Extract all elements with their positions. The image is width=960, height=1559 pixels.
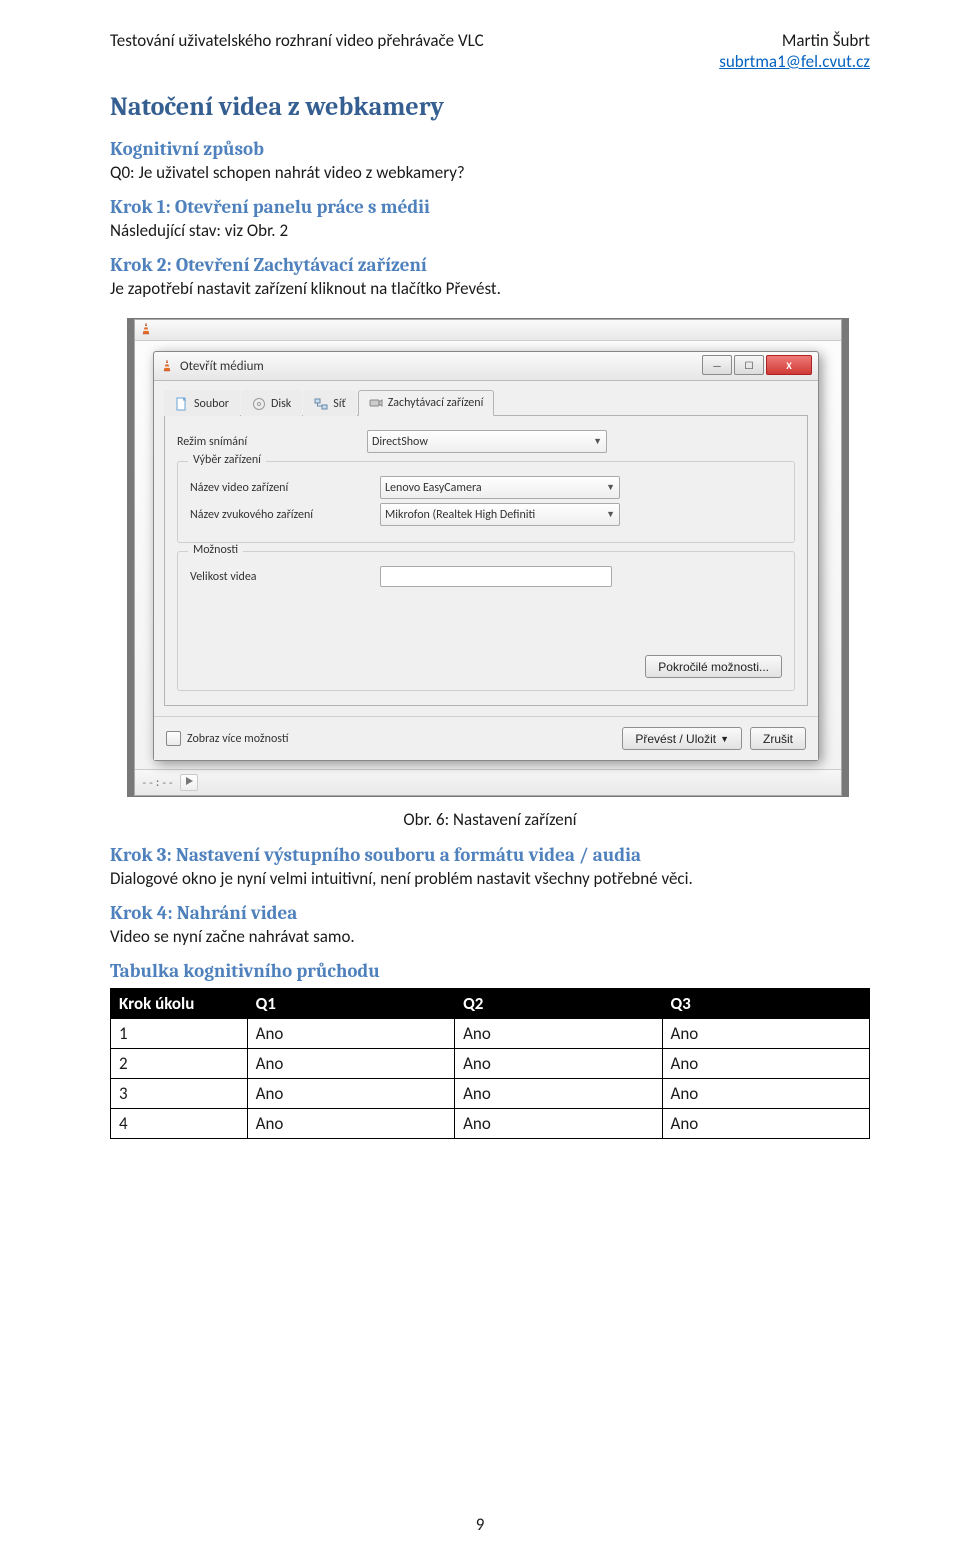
audio-device-label: Název zvukového zařízení [190,508,380,522]
text-q0: Q0: Je uživatel schopen nahrát video z w… [110,162,870,184]
show-more-label: Zobraz více možností [187,732,289,746]
tab-capture-label: Zachytávací zařízení [388,396,484,410]
time-elapsed: --:-- [141,776,174,789]
table-header: Q3 [662,989,869,1019]
tab-bar: Soubor Disk Síť [164,389,808,416]
options-group: Možnosti Velikost videa Pokročilé možnos… [177,551,795,691]
text-krok4: Video se nyní začne nahrávat samo. [110,926,870,948]
device-selection-legend: Výběr zařízení [188,453,266,467]
vlc-status-bar: --:-- [135,769,841,795]
table-row: 3AnoAnoAno [111,1079,870,1109]
tab-disk-label: Disk [271,397,291,411]
tab-capture[interactable]: Zachytávací zařízení [358,390,495,416]
text-krok1: Následující stav: viz Obr. 2 [110,220,870,242]
heading-krok2: Krok 2: Otevření Zachytávací zařízení [110,254,870,276]
heading-krok4: Krok 4: Nahrání videa [110,902,870,924]
author-name: Martin Šubrt [719,30,870,51]
heading-krok1: Krok 1: Otevření panelu práce s médii [110,196,870,218]
dialog-title-text: Otevřít médium [180,359,264,374]
tab-network-label: Síť [333,397,345,411]
network-icon [314,397,328,411]
capture-mode-value: DirectShow [372,435,428,449]
convert-save-button[interactable]: Převést / Uložit ▼ [622,727,742,750]
vlc-cone-icon [160,359,174,373]
table-header: Q1 [247,989,454,1019]
capture-panel: Režim snímání DirectShow ▼ Výběr zařízen… [164,416,808,706]
open-media-dialog: Otevřít médium — ☐ X Soubor [153,351,819,761]
table-row: 1AnoAnoAno [111,1019,870,1049]
advanced-options-button[interactable]: Pokročilé možnosti... [645,655,782,678]
tab-disk[interactable]: Disk [241,390,302,416]
table-header: Q2 [455,989,662,1019]
video-size-label: Velikost videa [190,570,380,584]
tab-file[interactable]: Soubor [164,390,240,416]
tab-file-label: Soubor [194,397,229,411]
device-selection-group: Výběr zařízení Název video zařízení Leno… [177,461,795,543]
chevron-down-icon: ▼ [606,509,615,520]
vlc-cone-icon [139,322,153,336]
capture-mode-combo[interactable]: DirectShow ▼ [367,430,607,453]
vlc-titlebar [135,320,841,341]
text-krok3: Dialogové okno je nyní velmi intuitivní,… [110,868,870,890]
capture-icon [369,396,383,410]
table-header: Krok úkolu [111,989,248,1019]
header-left: Testování uživatelského rozhraní video p… [110,30,484,51]
close-button[interactable]: X [766,355,812,375]
dialog-bottom-bar: Zobraz více možností Převést / Uložit ▼ … [154,716,818,760]
disk-icon [252,397,266,411]
play-button[interactable] [180,774,198,791]
play-icon [184,776,194,786]
minimize-button[interactable]: — [702,355,732,375]
options-legend: Možnosti [188,543,243,557]
dialog-titlebar[interactable]: Otevřít médium — ☐ X [154,352,818,381]
author-email[interactable]: subrtma1@fel.cvut.cz [719,51,870,72]
video-size-input[interactable] [380,566,612,587]
cognitive-table: Krok úkolu Q1 Q2 Q3 1AnoAnoAno 2AnoAnoAn… [110,988,870,1139]
header-right: Martin Šubrt subrtma1@fel.cvut.cz [719,30,870,72]
page-number: 9 [0,1514,960,1535]
video-device-label: Název video zařízení [190,481,380,495]
file-icon [175,397,189,411]
cancel-button[interactable]: Zrušit [750,727,806,750]
heading-kognitivni: Kognitivní způsob [110,138,870,160]
figure-caption: Obr. 6: Nastavení zařízení [110,809,870,830]
chevron-down-icon: ▼ [720,734,729,744]
convert-save-label: Převést / Uložit [635,732,716,746]
heading-krok3: Krok 3: Nastavení výstupního souboru a f… [110,844,870,866]
video-device-value: Lenovo EasyCamera [385,481,482,495]
heading-tabulka: Tabulka kognitivního průchodu [110,960,870,982]
chevron-down-icon: ▼ [606,482,615,493]
text-krok2: Je zapotřebí nastavit zařízení kliknout … [110,278,870,300]
screenshot: Otevřít médium — ☐ X Soubor [127,318,849,797]
video-device-combo[interactable]: Lenovo EasyCamera ▼ [380,476,620,499]
audio-device-value: Mikrofon (Realtek High Definiti [385,508,535,522]
audio-device-combo[interactable]: Mikrofon (Realtek High Definiti ▼ [380,503,620,526]
page-title: Natočení videa z webkamery [110,92,870,122]
table-row: 4AnoAnoAno [111,1109,870,1139]
tab-network[interactable]: Síť [303,390,356,416]
chevron-down-icon: ▼ [593,436,602,447]
document-header: Testování uživatelského rozhraní video p… [110,30,870,72]
table-row: 2AnoAnoAno [111,1049,870,1079]
show-more-checkbox[interactable] [166,731,181,746]
maximize-button[interactable]: ☐ [734,355,764,375]
capture-mode-label: Režim snímání [177,435,367,449]
figure-wrapper: Otevřít médium — ☐ X Soubor [106,318,870,797]
